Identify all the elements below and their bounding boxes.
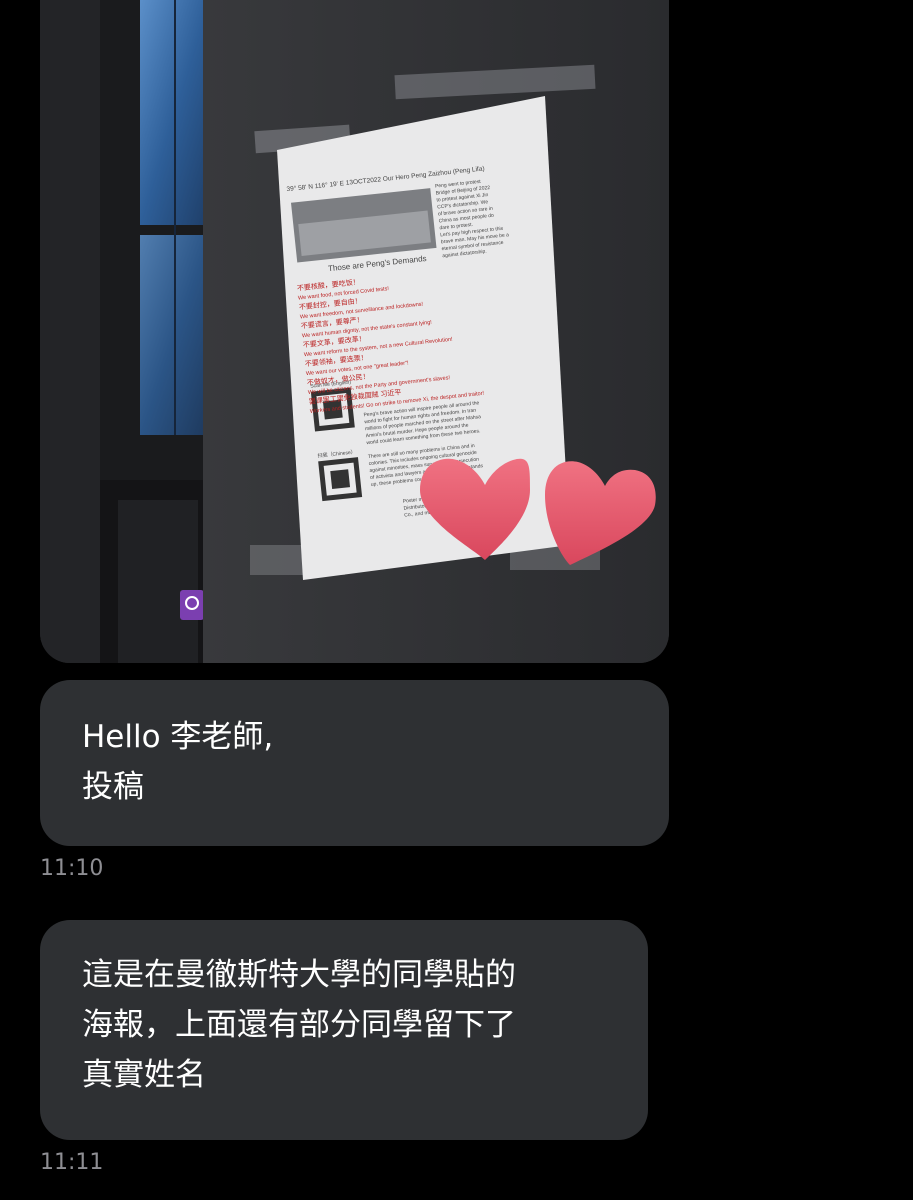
message-timestamp: 11:10 [40, 856, 104, 881]
message-bubble[interactable]: Hello 李老師, 投稿 [40, 680, 669, 846]
message-text: 這是在曼徹斯特大學的同學貼的 [82, 957, 516, 993]
message-text: 真實姓名 [82, 1057, 206, 1093]
purple-sign [180, 590, 204, 620]
message-bubble[interactable]: 這是在曼徹斯特大學的同學貼的 海報，上面還有部分同學留下了 真實姓名 [40, 920, 648, 1140]
image-attachment[interactable]: 39° 58' N 116° 19' E 13OCT2022 Our Hero … [40, 0, 669, 663]
message-text: 投稿 [82, 769, 144, 805]
message-text: Hello 李老師, [82, 719, 274, 755]
message-text: 海報，上面還有部分同學留下了 [82, 1007, 516, 1043]
message-timestamp: 11:11 [40, 1150, 104, 1175]
